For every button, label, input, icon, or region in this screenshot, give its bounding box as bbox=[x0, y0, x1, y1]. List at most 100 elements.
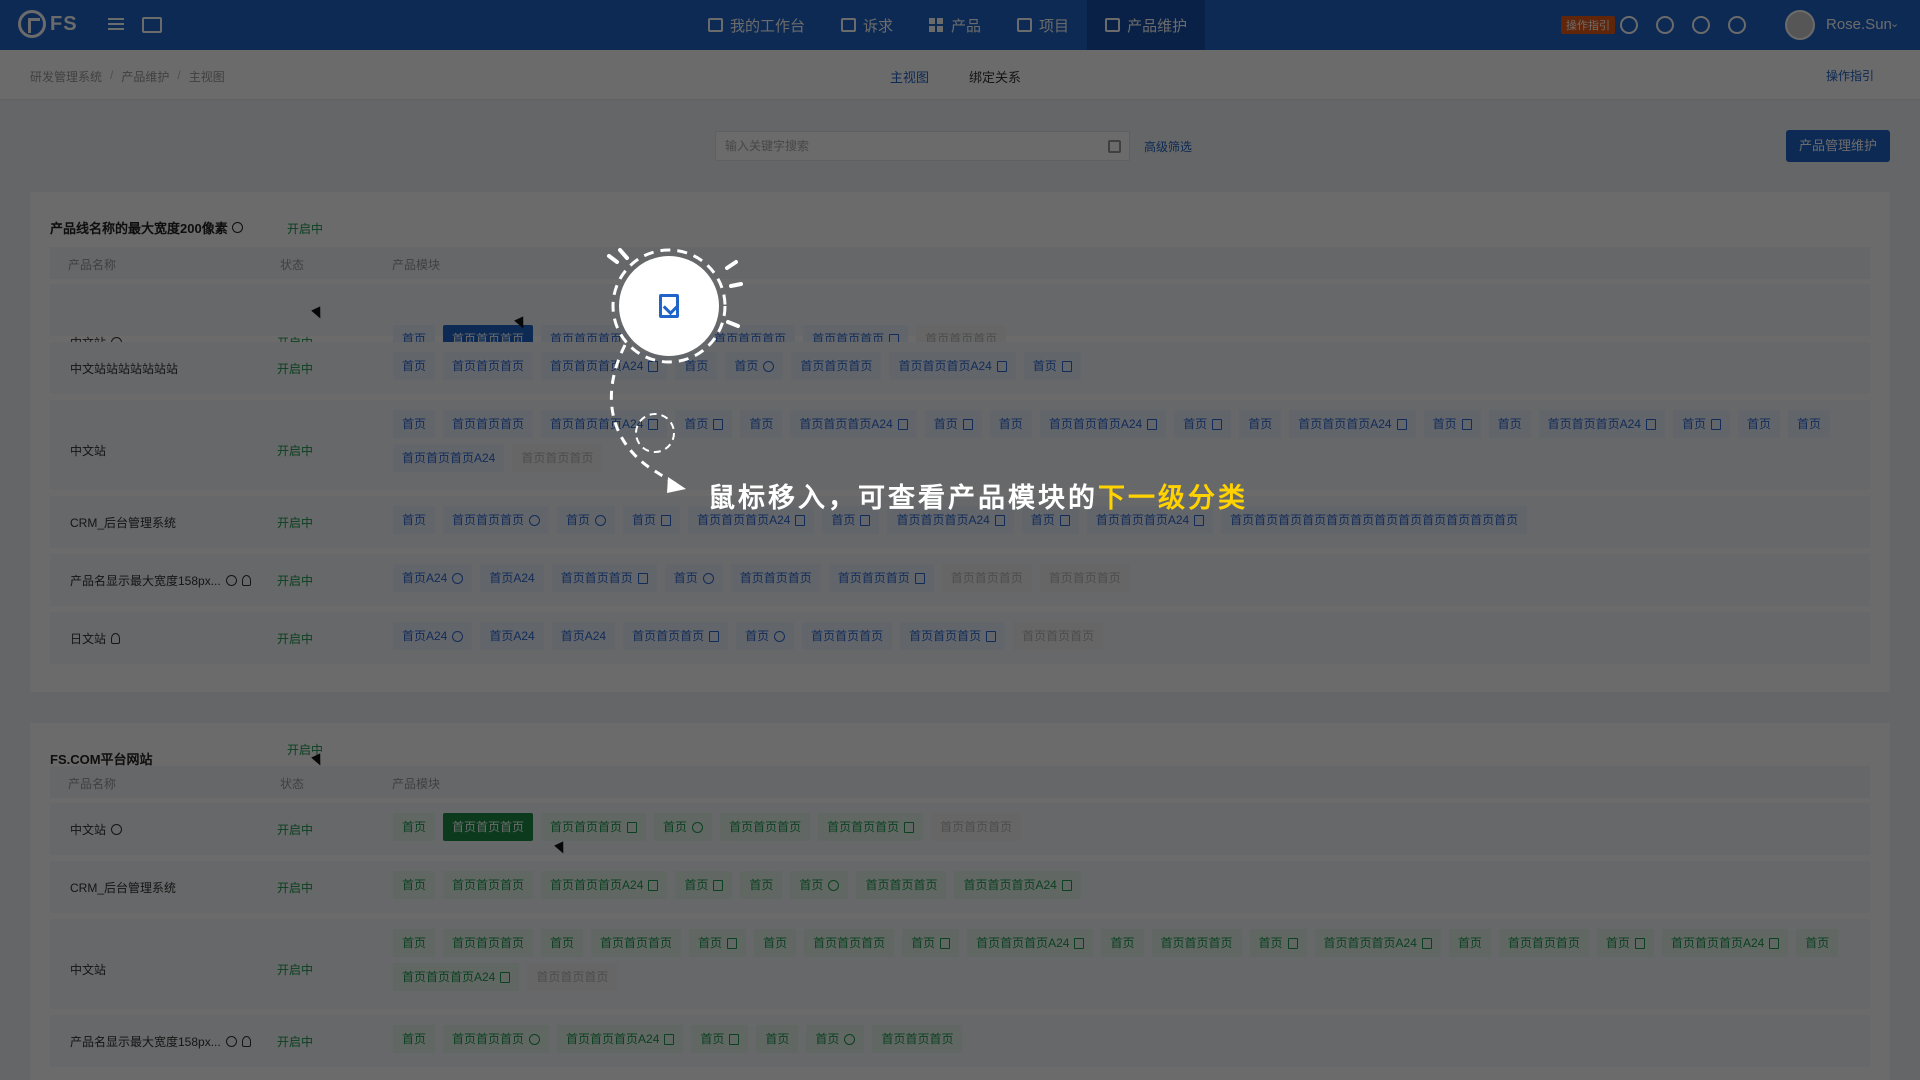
help-icon[interactable] bbox=[225, 1036, 237, 1047]
help-icon[interactable] bbox=[844, 1033, 856, 1045]
module-tag[interactable]: 首页首页首页 bbox=[443, 1025, 550, 1053]
module-tag[interactable]: 首页首页首页A24 bbox=[541, 410, 668, 438]
module-tag[interactable]: 首页首页首页 bbox=[623, 622, 729, 650]
bookmark-icon[interactable] bbox=[1061, 360, 1072, 372]
bookmark-icon[interactable] bbox=[897, 418, 908, 430]
screen-icon[interactable] bbox=[142, 17, 162, 33]
bookmark-icon[interactable] bbox=[986, 630, 997, 642]
module-tag[interactable]: 首页首页首页A24 bbox=[1661, 929, 1789, 957]
module-tag[interactable]: 首页首页首页 bbox=[1151, 929, 1242, 957]
nav-item-product-maintenance[interactable]: 产品维护 bbox=[1087, 0, 1206, 50]
module-tag[interactable]: 首页 bbox=[790, 871, 849, 899]
module-tag[interactable]: 首页首页首页 bbox=[818, 813, 924, 841]
module-tag[interactable]: 首页 bbox=[902, 929, 960, 957]
module-tag[interactable]: 首页首页首页A24 bbox=[1314, 929, 1441, 957]
nav-item-workbench[interactable]: 我的工作台 bbox=[690, 0, 823, 50]
module-tag[interactable]: 首页首页首页A24 bbox=[1538, 410, 1665, 438]
module-tag[interactable]: 首页首页首页A24 bbox=[541, 352, 668, 380]
help-icon[interactable] bbox=[529, 514, 541, 526]
bookmark-icon[interactable] bbox=[627, 821, 638, 833]
module-tag[interactable]: 首页 bbox=[393, 352, 436, 380]
bookmark-icon[interactable] bbox=[729, 1033, 740, 1045]
bookmark-icon[interactable] bbox=[1074, 937, 1085, 949]
bookmark-icon[interactable] bbox=[1710, 418, 1721, 430]
module-tag[interactable]: 首页 bbox=[1596, 929, 1654, 957]
bookmark-icon[interactable] bbox=[962, 418, 973, 430]
fs-logo[interactable]: FS bbox=[18, 10, 78, 38]
module-tag[interactable]: 首页 bbox=[689, 929, 747, 957]
bookmark-icon[interactable] bbox=[1287, 937, 1298, 949]
bookmark-icon[interactable] bbox=[661, 514, 672, 526]
module-tag[interactable]: 首页首页首页 bbox=[856, 871, 947, 899]
module-tag[interactable]: 首页 bbox=[740, 410, 783, 438]
product-maintenance-button[interactable]: 产品管理维护 bbox=[1786, 130, 1890, 162]
module-tag[interactable]: 首页 bbox=[623, 506, 681, 534]
module-tag[interactable]: 首页首页首页 bbox=[720, 813, 811, 841]
module-tag[interactable]: 首页首页首页 bbox=[551, 564, 657, 592]
module-tag[interactable]: 首页 bbox=[924, 410, 982, 438]
module-tag[interactable]: 首页首页首页A24 bbox=[1289, 410, 1416, 438]
bookmark-icon[interactable] bbox=[1147, 418, 1158, 430]
bookmark-icon[interactable] bbox=[1645, 418, 1656, 430]
nav-item-project[interactable]: 项目 bbox=[999, 0, 1087, 50]
module-tag[interactable]: 首页 bbox=[654, 813, 713, 841]
bookmark-icon[interactable] bbox=[500, 971, 511, 983]
help-icon[interactable] bbox=[452, 572, 464, 584]
bookmark-icon[interactable] bbox=[648, 360, 659, 372]
module-tag[interactable]: 首页首页首页 bbox=[443, 871, 534, 899]
module-tag[interactable]: 首页 bbox=[393, 506, 436, 534]
breadcrumb-item[interactable]: 产品维护 bbox=[121, 68, 169, 85]
module-tag[interactable]: 首页 bbox=[393, 871, 436, 899]
module-tag[interactable]: 首页 bbox=[1796, 929, 1839, 957]
search-input[interactable]: 输入关键字搜索 bbox=[715, 131, 1130, 161]
module-tag[interactable]: 首页A24 bbox=[393, 622, 473, 650]
breadcrumb-item[interactable]: 研发管理系统 bbox=[30, 68, 102, 85]
bookmark-icon[interactable] bbox=[795, 514, 806, 526]
bookmark-icon[interactable] bbox=[713, 418, 724, 430]
module-tag[interactable]: 首页 bbox=[675, 352, 718, 380]
bookmark-icon[interactable] bbox=[1769, 937, 1780, 949]
module-tag[interactable]: 首页 bbox=[393, 813, 436, 841]
globe-icon[interactable] bbox=[1692, 16, 1710, 34]
tab-binding[interactable]: 绑定关系 bbox=[969, 67, 1021, 86]
help-icon[interactable] bbox=[774, 630, 786, 642]
module-tag[interactable]: 首页首页首页A24 bbox=[557, 1025, 684, 1053]
compass-icon[interactable] bbox=[1620, 16, 1638, 34]
scan-icon[interactable] bbox=[1108, 140, 1121, 153]
bookmark-icon[interactable] bbox=[1421, 937, 1432, 949]
help-icon[interactable] bbox=[828, 879, 840, 891]
module-tag[interactable]: 首页 bbox=[1737, 410, 1780, 438]
module-tag[interactable]: 首页 bbox=[806, 1025, 865, 1053]
help-icon[interactable] bbox=[529, 1033, 541, 1045]
bookmark-icon[interactable] bbox=[709, 630, 720, 642]
module-tag[interactable]: 首页 bbox=[1239, 410, 1282, 438]
bookmark-icon[interactable] bbox=[1212, 418, 1223, 430]
module-tag[interactable]: 首页首页首页A24 bbox=[1039, 410, 1167, 438]
avatar[interactable] bbox=[1785, 10, 1815, 40]
module-tag[interactable]: 首页首页首页 bbox=[443, 929, 534, 957]
help-icon[interactable] bbox=[692, 821, 704, 833]
module-tag[interactable]: 首页首页首页 bbox=[872, 1025, 963, 1053]
module-tag[interactable]: 首页 bbox=[1448, 929, 1491, 957]
module-tag[interactable]: 首页 bbox=[756, 1025, 799, 1053]
module-tag[interactable]: 首页首页首页 bbox=[591, 929, 682, 957]
module-tag[interactable]: 首页首页首页首页首页首页首页首页首页首页首页首页 bbox=[1221, 506, 1528, 534]
bookmark-icon[interactable] bbox=[713, 879, 724, 891]
module-tag[interactable]: 首页 bbox=[675, 871, 733, 899]
module-tag[interactable]: 首页首页首页 bbox=[443, 352, 534, 380]
bookmark-icon[interactable] bbox=[940, 937, 951, 949]
module-tag[interactable]: 首页首页首页 bbox=[900, 622, 1006, 650]
guide-badge[interactable]: 操作指引 bbox=[1561, 16, 1615, 34]
module-tag[interactable]: 首页首页首页A24 bbox=[954, 871, 1081, 899]
help-icon[interactable] bbox=[231, 222, 243, 233]
bookmark-icon[interactable] bbox=[664, 1033, 675, 1045]
module-tag[interactable]: 首页首页首页 bbox=[443, 506, 550, 534]
module-tag[interactable]: 首页首页首页 bbox=[802, 622, 893, 650]
module-tag[interactable]: 首页首页首页 bbox=[791, 352, 882, 380]
module-tag[interactable]: 首页 bbox=[393, 410, 436, 438]
module-tag[interactable]: 首页 bbox=[1174, 410, 1232, 438]
help-icon[interactable] bbox=[702, 572, 714, 584]
bookmark-icon[interactable] bbox=[727, 937, 738, 949]
module-tag[interactable]: 首页 bbox=[989, 410, 1032, 438]
help-icon[interactable] bbox=[225, 575, 237, 586]
